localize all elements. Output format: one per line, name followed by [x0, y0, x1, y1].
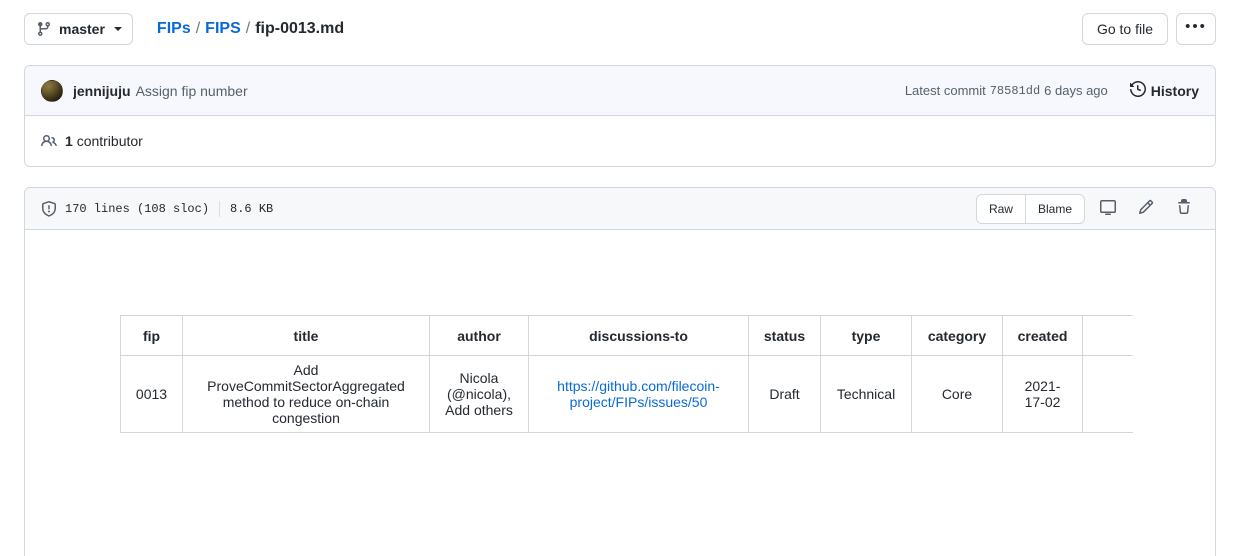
commit-info-box: jennijuju Assign fip number Latest commit…	[24, 65, 1216, 167]
cell-author: Nicola (@nicola), Add others	[429, 355, 529, 433]
contributors-label: contributor	[76, 133, 143, 149]
breadcrumb-separator: /	[195, 20, 201, 37]
column-header-category: category	[911, 315, 1003, 356]
column-header-title: title	[182, 315, 430, 356]
file-header-toolbar: 170 lines (108 sloc) 8.6 KB Raw Blame	[25, 188, 1215, 230]
column-header-author: author	[429, 315, 529, 356]
breadcrumb: FIPs / FIPS / fip-0013.md	[157, 20, 344, 38]
go-to-file-button[interactable]: Go to file	[1081, 13, 1168, 45]
history-link[interactable]: History	[1129, 80, 1199, 100]
git-branch-icon	[36, 21, 52, 37]
open-in-desktop-button[interactable]	[1093, 195, 1123, 223]
column-header-discussions-to: discussions-to	[528, 315, 749, 356]
commit-sha[interactable]: 78581dd	[990, 84, 1040, 98]
latest-commit-label: Latest commit	[904, 83, 986, 98]
frontmatter-table-scroll-container[interactable]: fip title author discussions-to status t…	[120, 315, 1133, 475]
cell-created: 2021-17-02	[1002, 355, 1083, 433]
file-navigation-actions: Go to file •••	[1081, 13, 1216, 45]
pencil-icon	[1138, 199, 1154, 218]
breadcrumb-link-folder[interactable]: FIPS	[205, 20, 241, 38]
column-header-fip: fip	[120, 315, 183, 356]
file-lines-label: 170 lines (108 sloc)	[65, 201, 210, 216]
chevron-down-icon	[113, 27, 122, 31]
contributors-link[interactable]: 1 contributor	[65, 133, 143, 149]
contributors-row: 1 contributor	[25, 116, 1215, 166]
branch-selector-button[interactable]: master	[24, 13, 133, 45]
cell-status: Draft	[748, 355, 821, 433]
breadcrumb-link-repo[interactable]: FIPs	[157, 20, 191, 38]
column-header-type: type	[820, 315, 912, 356]
file-navigation-bar: master FIPs / FIPS / fip-0013.md Go to f…	[0, 0, 1240, 58]
commit-message[interactable]: Assign fip number	[136, 83, 248, 99]
file-content-box: 170 lines (108 sloc) 8.6 KB Raw Blame fi…	[24, 187, 1216, 556]
cell-extra: se	[1082, 355, 1133, 433]
breadcrumb-current-file: fip-0013.md	[255, 20, 345, 37]
commit-meta: Latest commit 78581dd 6 days ago History	[904, 80, 1199, 100]
github-file-view: master FIPs / FIPS / fip-0013.md Go to f…	[0, 0, 1240, 556]
history-label: History	[1150, 82, 1199, 99]
file-stats: 170 lines (108 sloc) 8.6 KB	[41, 200, 274, 217]
file-actions: Raw Blame	[975, 193, 1199, 224]
edit-file-button[interactable]	[1131, 195, 1161, 223]
desktop-download-icon	[1100, 199, 1116, 218]
column-header-status: status	[748, 315, 821, 356]
commit-summary: jennijuju Assign fip number	[73, 83, 248, 99]
commit-author-link[interactable]: jennijuju	[73, 83, 131, 99]
breadcrumb-separator: /	[245, 20, 251, 37]
trash-icon	[1176, 199, 1192, 218]
table-row: 0013 Add ProveCommitSectorAggregated met…	[120, 355, 1133, 433]
cell-type: Technical	[820, 355, 912, 433]
latest-commit-row: jennijuju Assign fip number Latest commit…	[25, 66, 1215, 116]
people-icon	[41, 133, 57, 149]
avatar[interactable]	[41, 79, 63, 102]
cell-title: Add ProveCommitSectorAggregated method t…	[182, 355, 430, 433]
contributors-count: 1	[65, 133, 73, 149]
table-header-row: fip title author discussions-to status t…	[120, 315, 1133, 356]
branch-name-label: master	[59, 21, 105, 37]
markdown-body: fip title author discussions-to status t…	[25, 230, 1215, 556]
cell-fip: 0013	[120, 355, 183, 433]
column-header-created: created	[1002, 315, 1083, 356]
commit-time: 6 days ago	[1044, 83, 1108, 98]
blame-button[interactable]: Blame	[1024, 194, 1084, 223]
file-size-label: 8.6 KB	[230, 201, 274, 216]
more-options-button[interactable]: •••	[1176, 13, 1216, 45]
raw-button[interactable]: Raw	[976, 194, 1025, 223]
clock-icon	[1129, 80, 1146, 100]
shield-icon	[41, 200, 57, 217]
cell-category: Core	[911, 355, 1003, 433]
raw-blame-button-group: Raw Blame	[975, 193, 1085, 224]
column-header-extra	[1082, 315, 1133, 356]
delete-file-button[interactable]	[1169, 195, 1199, 223]
frontmatter-table: fip title author discussions-to status t…	[120, 315, 1133, 433]
divider	[219, 200, 221, 217]
discussions-to-link[interactable]: https://github.com/filecoin-project/FIPs…	[557, 378, 720, 410]
cell-discussions-to: https://github.com/filecoin-project/FIPs…	[528, 355, 749, 433]
